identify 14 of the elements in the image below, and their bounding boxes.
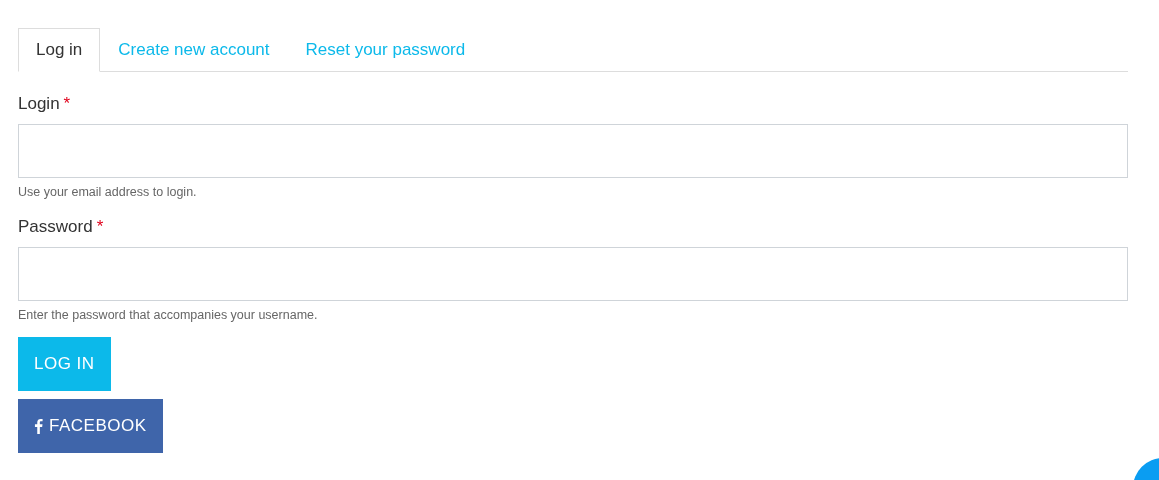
field-description: Use your email address to login. <box>18 185 198 199</box>
input-field[interactable] <box>18 247 1128 301</box>
required-mark: * <box>96 217 104 236</box>
tab[interactable]: Create new account <box>100 28 288 72</box>
tab[interactable]: Log in <box>18 28 101 72</box>
field-label: Login <box>18 94 60 113</box>
login-button[interactable]: LOG IN <box>18 337 111 391</box>
field-label: Password <box>18 217 93 236</box>
required-mark: * <box>63 94 71 113</box>
tab[interactable]: Reset your password <box>287 28 484 72</box>
input-field[interactable] <box>18 124 1128 178</box>
facebook-icon <box>34 418 43 434</box>
facebook-button[interactable]: FACEBOOK <box>18 399 163 453</box>
field-description: Enter the password that accompanies your username. <box>18 308 319 322</box>
